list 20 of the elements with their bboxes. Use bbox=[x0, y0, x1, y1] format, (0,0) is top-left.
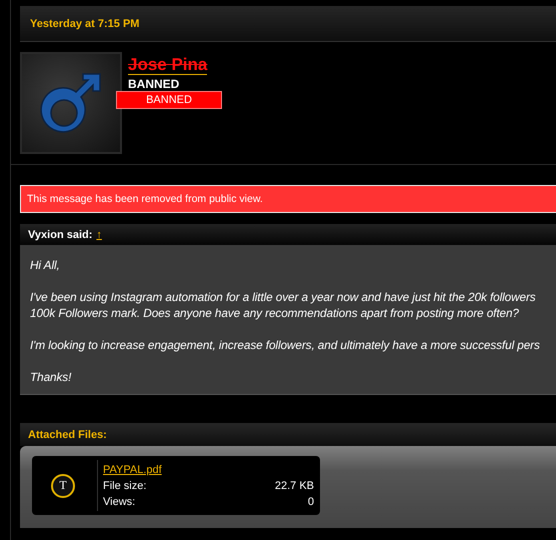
post-date: Yesterday at 7:15 PM bbox=[30, 18, 140, 30]
notice-text: This message has been removed from public view. bbox=[27, 193, 263, 205]
file-link[interactable]: PAYPAL.pdf bbox=[103, 462, 162, 478]
quote-text: Thanks! bbox=[30, 369, 72, 385]
file-icon: T bbox=[51, 474, 75, 498]
jump-link[interactable]: ↑ bbox=[96, 228, 102, 240]
banned-banner: BANNED bbox=[116, 91, 222, 109]
avatar[interactable] bbox=[20, 52, 122, 154]
quote-text: 100k Followers mark. Does anyone have any recommendations apart from posting more often? bbox=[30, 305, 519, 321]
user-title: BANNED bbox=[128, 77, 180, 91]
quote-author: Vyxion said: bbox=[28, 228, 92, 240]
file-size-label: File size: bbox=[103, 478, 146, 494]
quote-text: I'm looking to increase engagement, increase followers, and ultimately have a more successful pers bbox=[30, 337, 540, 353]
quote-text: Hi All, bbox=[30, 257, 60, 273]
views-count: 0 bbox=[308, 494, 314, 510]
quote-text: I've been using Instagram automation for a little over a year now and have just hit the 20k followers bbox=[30, 289, 536, 305]
attachments-title: Attached Files: bbox=[28, 428, 107, 440]
views-label: Views: bbox=[103, 494, 136, 510]
file-size: 22.7 KB bbox=[274, 478, 314, 494]
username-link[interactable]: Jose Pina bbox=[128, 56, 208, 75]
